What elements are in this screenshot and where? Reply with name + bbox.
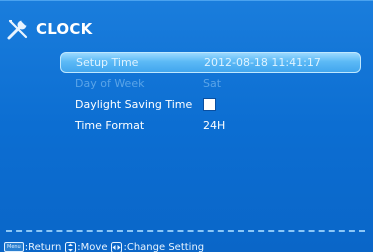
menu-item-label: Day of Week [75,77,145,90]
menu-item-value: 24H [203,119,226,132]
settings-menu: Setup Time 2012-08-18 11:41:17 Day of We… [60,52,361,136]
header: CLOCK [6,17,92,41]
menu-item-time-format[interactable]: Time Format 24H [60,115,361,136]
clock-settings-screen: CLOCK Setup Time 2012-08-18 11:41:17 Day… [0,0,373,252]
footer-hints: Menu :Return :Move :Change Setting [4,240,204,252]
change-setting-hint: :Change Setting [123,241,205,252]
footer-divider [6,230,365,232]
menu-item-label: Setup Time [76,56,139,69]
left-right-arrow-icon [111,241,123,252]
menu-item-day-of-week: Day of Week Sat [60,73,361,94]
menu-item-label: Daylight Saving Time [75,98,193,111]
menu-item-value: Sat [203,77,222,90]
return-hint: :Return [24,241,62,252]
page-title: CLOCK [36,20,93,38]
move-hint: :Move [77,241,108,252]
menu-key-icon: Menu [4,242,24,252]
menu-item-daylight-saving-time[interactable]: Daylight Saving Time [60,94,361,115]
menu-item-label: Time Format [75,119,145,132]
menu-item-setup-time[interactable]: Setup Time 2012-08-18 11:41:17 [60,52,361,73]
daylight-saving-checkbox-wrap [203,98,216,112]
menu-item-value: 2012-08-18 11:41:17 [204,56,321,69]
tools-icon [7,19,28,40]
up-down-arrow-icon [65,241,77,252]
daylight-saving-checkbox[interactable] [203,98,216,112]
